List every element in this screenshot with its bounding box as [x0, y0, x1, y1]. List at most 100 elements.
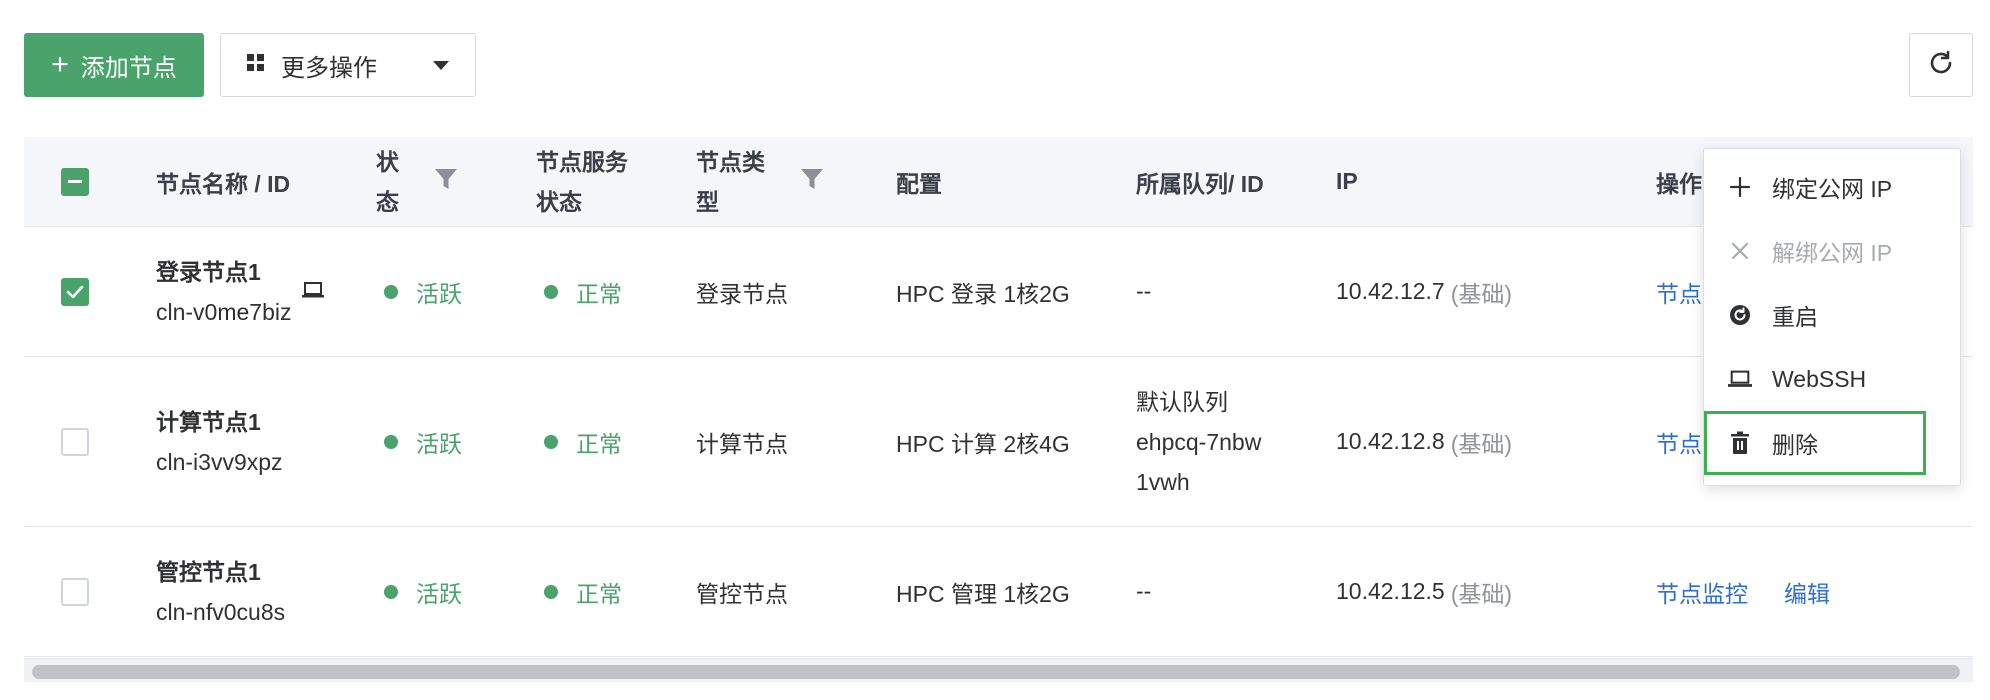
refresh-button[interactable]: [1909, 33, 1973, 97]
column-header-status-l1: 状: [376, 148, 399, 175]
node-name-cell: 登录节点1 cln-v0me7biz: [156, 227, 324, 356]
menu-item-label: WebSSH: [1772, 365, 1867, 392]
menu-item-webssh[interactable]: WebSSH: [1704, 347, 1960, 411]
menu-item-label: 重启: [1772, 304, 1818, 330]
ip-tag: (基础): [1450, 280, 1513, 307]
row-checkbox-cell: [61, 527, 89, 656]
column-header-ip: IP: [1336, 137, 1358, 226]
menu-item-unbind-public-ip: 解绑公网 IP: [1704, 219, 1960, 283]
refresh-icon: [1926, 48, 1956, 83]
add-node-button[interactable]: + 添加节点: [24, 33, 204, 97]
filter-icon[interactable]: [799, 166, 825, 198]
service-status-text: 正常: [576, 430, 622, 457]
queue-id-part1: ehpcq-7nbw: [1136, 428, 1262, 455]
column-header-type-l2: 型: [696, 188, 719, 215]
row-checkbox[interactable]: [61, 277, 89, 306]
queue-name: 默认队列: [1136, 388, 1228, 415]
row-checkbox-cell: [61, 227, 89, 356]
status-dot: [384, 434, 398, 449]
chevron-down-icon: [433, 60, 449, 70]
node-name: 管控节点1: [156, 558, 261, 585]
table-row: 登录节点1 cln-v0me7biz 活跃 正常 登录节点 HPC 登录 1核2…: [24, 227, 1973, 357]
ip-cell: 10.42.12.8 (基础): [1336, 357, 1512, 526]
column-header-svc-l2: 状态: [536, 188, 582, 215]
service-status-text: 正常: [576, 580, 622, 607]
node-id: cln-nfv0cu8s: [156, 598, 286, 625]
node-ip: 10.42.12.7: [1336, 278, 1445, 304]
ops-cell: 节点: [1656, 357, 1702, 526]
node-monitor-link[interactable]: 节点监控: [1656, 575, 1748, 609]
column-header-service-status: 节点服务 状态: [536, 137, 628, 226]
horizontal-scrollbar[interactable]: [24, 658, 1973, 682]
menu-item-delete[interactable]: 删除: [1704, 411, 1926, 475]
laptop-icon: [1728, 367, 1752, 391]
ip-tag: (基础): [1450, 430, 1513, 457]
node-monitor-link[interactable]: 节点: [1656, 425, 1702, 459]
service-status-cell: 正常: [544, 527, 622, 656]
laptop-icon[interactable]: [301, 278, 324, 305]
status-dot: [384, 584, 398, 599]
column-header-ops-label: 操作: [1656, 170, 1702, 197]
type-cell: 计算节点: [696, 357, 788, 526]
scrollbar-thumb[interactable]: [32, 665, 1960, 679]
column-header-status-l2: 态: [376, 188, 399, 215]
ops-cell: 节点: [1656, 227, 1702, 356]
menu-item-label: 解绑公网 IP: [1772, 240, 1893, 266]
node-config: HPC 管理 1核2G: [896, 580, 1070, 607]
status-cell: 活跃: [384, 357, 462, 526]
node-id: cln-i3vv9xpz: [156, 448, 283, 475]
more-actions-dropdown[interactable]: 更多操作: [220, 33, 476, 97]
node-name-cell: 管控节点1 cln-nfv0cu8s: [156, 527, 285, 656]
column-header-name-label: 节点名称 / ID: [156, 170, 291, 197]
edit-link[interactable]: 编辑: [1784, 575, 1830, 609]
ops-cell: 节点监控 编辑: [1656, 527, 1830, 656]
service-status-text: 正常: [576, 280, 622, 307]
node-monitor-link[interactable]: 节点: [1656, 275, 1702, 309]
status-dot: [544, 584, 558, 599]
column-header-type: 节点类型: [696, 137, 825, 226]
node-name: 登录节点1: [156, 258, 261, 285]
menu-item-label: 绑定公网 IP: [1772, 176, 1893, 202]
node-name-cell: 计算节点1 cln-i3vv9xpz: [156, 357, 283, 526]
status-cell: 活跃: [384, 527, 462, 656]
ip-tag: (基础): [1450, 580, 1513, 607]
type-cell: 登录节点: [696, 227, 788, 356]
table-row: 计算节点1 cln-i3vv9xpz 活跃 正常 计算节点 HPC 计算 2核4…: [24, 357, 1973, 527]
plus-icon: +: [51, 48, 69, 81]
nodes-table: 节点名称 / ID 状态 节点服务 状态 节点类型 配置 所属队列/ ID IP …: [24, 137, 1973, 657]
toolbar: + 添加节点 更多操作: [0, 0, 1990, 110]
node-config: HPC 计算 2核4G: [896, 430, 1070, 457]
column-header-queue-label: 所属队列/ ID: [1136, 170, 1264, 197]
node-type: 登录节点: [696, 280, 788, 307]
node-ip: 10.42.12.8: [1336, 428, 1445, 454]
node-config: HPC 登录 1核2G: [896, 280, 1070, 307]
node-queue: --: [1136, 278, 1152, 304]
menu-item-restart[interactable]: 重启: [1704, 283, 1960, 347]
ip-cell: 10.42.12.7 (基础): [1336, 227, 1512, 356]
menu-item-bind-public-ip[interactable]: 绑定公网 IP: [1704, 155, 1960, 219]
column-header-config-label: 配置: [896, 170, 942, 197]
config-cell: HPC 登录 1核2G: [896, 227, 1070, 356]
more-actions-label: 更多操作: [281, 54, 377, 82]
ip-cell: 10.42.12.5 (基础): [1336, 527, 1512, 656]
row-checkbox[interactable]: [61, 577, 89, 606]
queue-cell: 默认队列 ehpcq-7nbw 1vwh: [1136, 357, 1261, 526]
status-cell: 活跃: [384, 227, 462, 356]
column-header-status: 状态: [376, 137, 459, 226]
add-node-label: 添加节点: [80, 54, 177, 82]
filter-icon[interactable]: [433, 166, 459, 198]
select-all-checkbox[interactable]: [61, 167, 89, 196]
restart-icon: [1728, 303, 1752, 327]
row-checkbox[interactable]: [61, 427, 89, 456]
node-type: 计算节点: [696, 430, 788, 457]
column-header-queue: 所属队列/ ID: [1136, 137, 1264, 226]
config-cell: HPC 计算 2核4G: [896, 357, 1070, 526]
status-dot: [544, 434, 558, 449]
status-dot: [384, 284, 398, 299]
type-cell: 管控节点: [696, 527, 788, 656]
service-status-cell: 正常: [544, 357, 622, 526]
row-checkbox-cell: [61, 357, 89, 526]
status-text: 活跃: [416, 430, 462, 457]
service-status-cell: 正常: [544, 227, 622, 356]
column-header-type-l1: 节点类: [696, 148, 765, 175]
